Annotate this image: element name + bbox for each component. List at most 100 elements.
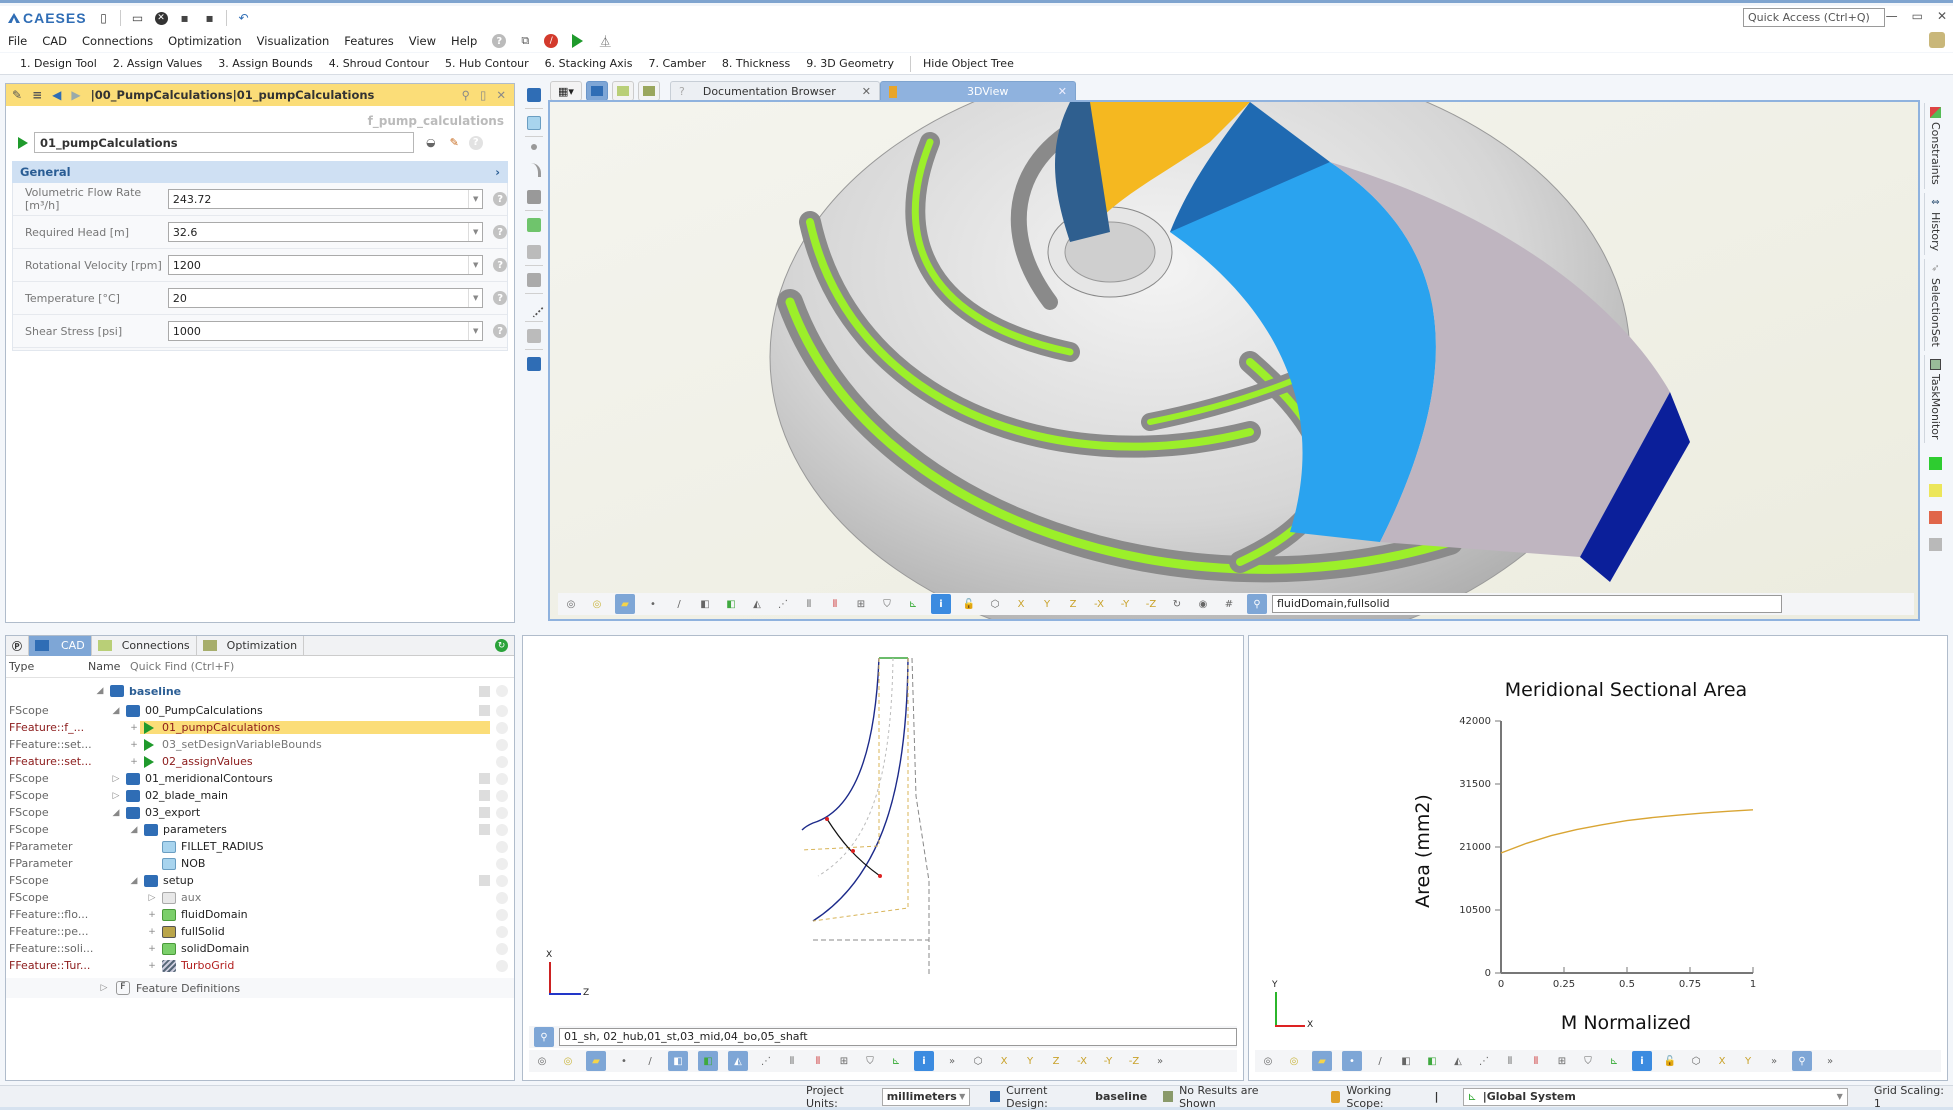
close-icon[interactable]: ✕ <box>496 88 506 102</box>
expand-icon[interactable]: ▷ <box>110 774 122 784</box>
help-icon[interactable] <box>496 925 508 938</box>
help-icon[interactable] <box>496 721 508 734</box>
undo-icon[interactable]: ↶ <box>236 10 252 26</box>
shaded-icon[interactable]: ◎ <box>1260 1053 1276 1069</box>
tree-root[interactable]: ◢ baseline <box>6 680 514 702</box>
control-point[interactable] <box>825 817 829 821</box>
collapse-icon[interactable]: ◢ <box>110 706 122 716</box>
shaded-icon[interactable]: ◎ <box>563 596 579 612</box>
close-project-icon[interactable]: ✕ <box>154 11 168 25</box>
more-icon[interactable]: » <box>944 1053 960 1069</box>
more-icon[interactable]: » <box>1766 1053 1782 1069</box>
help-icon[interactable] <box>496 755 508 768</box>
layout-icon[interactable]: ▯ <box>96 10 112 26</box>
collapse-icon[interactable]: ◢ <box>110 808 122 818</box>
surface-filter-icon[interactable]: ◧ <box>1398 1053 1414 1069</box>
visibility-icon[interactable]: ◒ <box>426 136 436 149</box>
sidebar-tab-constraints[interactable]: Constraints <box>1924 103 1946 189</box>
select-icon[interactable]: ▰ <box>586 1051 606 1071</box>
workflow-step-assign-bounds[interactable]: 3. Assign Bounds <box>218 57 312 70</box>
grid-icon[interactable]: ⊞ <box>836 1053 852 1069</box>
view-y-icon[interactable]: Y <box>1039 596 1055 612</box>
pointset-filter-icon[interactable]: ⋰ <box>758 1053 774 1069</box>
close-tab-icon[interactable]: ✕ <box>1058 85 1067 98</box>
pointset-filter-icon[interactable]: ⋰ <box>1476 1053 1492 1069</box>
view-neg-y-icon[interactable]: -Y <box>1117 596 1133 612</box>
chart-view[interactable]: Meridional Sectional Area M Normalized A… <box>1248 635 1948 1081</box>
collapse-icon[interactable]: ◢ <box>128 825 140 835</box>
expand-plus-icon[interactable]: + <box>146 927 158 937</box>
domain-icon[interactable] <box>527 218 541 232</box>
info-icon[interactable]: i <box>1632 1051 1652 1071</box>
tree-row[interactable]: FScope ◢ 00_PumpCalculations <box>6 702 514 719</box>
view-neg-y-icon[interactable]: -Y <box>1100 1053 1116 1069</box>
pin-icon[interactable]: ✎ <box>12 88 22 102</box>
edit-icon[interactable]: ✎ <box>450 136 459 149</box>
view-z-icon[interactable]: Z <box>1065 596 1081 612</box>
help-icon[interactable] <box>496 772 508 785</box>
tree-row[interactable]: FScope ▷ 01_meridionalContours <box>6 770 514 787</box>
menu-view[interactable]: View <box>409 34 436 48</box>
expand-icon[interactable]: ▷ <box>98 983 110 993</box>
dropdown-icon[interactable]: ▼ <box>468 223 482 241</box>
save-icon[interactable]: ▪ <box>177 10 193 26</box>
design-value[interactable]: baseline <box>1095 1090 1147 1103</box>
flow-rate-input[interactable]: 243.72 ▼ <box>167 189 484 209</box>
column-type[interactable]: Type <box>6 660 88 673</box>
expand-plus-icon[interactable]: + <box>146 910 158 920</box>
clip-remove-icon[interactable]: ⫴ <box>1528 1053 1544 1069</box>
view-x-icon[interactable]: X <box>1714 1053 1730 1069</box>
units-dropdown[interactable]: millimeters ▼ <box>881 1087 971 1106</box>
menu-icon[interactable]: ≡ <box>32 88 42 102</box>
tree-row[interactable]: FScope ◢ setup <box>6 872 514 889</box>
iso-view-icon[interactable]: ⬡ <box>970 1053 986 1069</box>
view-neg-z-icon[interactable]: -Z <box>1126 1053 1142 1069</box>
column-name[interactable]: Name <box>88 660 130 673</box>
expand-icon[interactable]: ▷ <box>146 893 158 903</box>
cad-view-button[interactable] <box>586 81 608 101</box>
menu-help[interactable]: Help <box>451 34 477 48</box>
workflow-step-hub-contour[interactable]: 5. Hub Contour <box>445 57 529 70</box>
wireframe-icon[interactable]: ◎ <box>560 1053 576 1069</box>
feature-definitions[interactable]: ▷ F Feature Definitions <box>6 978 514 998</box>
tab-3dview[interactable]: 3DView ✕ <box>880 81 1076 101</box>
axes-icon[interactable]: ⊾ <box>905 596 921 612</box>
solid-icon[interactable] <box>527 329 541 343</box>
temperature-input[interactable]: 20 ▼ <box>167 288 484 308</box>
view-x-icon[interactable]: X <box>996 1053 1012 1069</box>
shield-icon[interactable]: ⛉ <box>879 596 895 612</box>
selection-filter-input[interactable]: fluidDomain,fullsolid <box>1272 595 1782 613</box>
menu-connections[interactable]: Connections <box>82 34 153 48</box>
tree-row[interactable]: FFeature::set... +02_assignValues <box>6 753 514 770</box>
select-icon[interactable]: ▰ <box>1312 1051 1332 1071</box>
curve-filter-icon[interactable]: / <box>642 1053 658 1069</box>
tree-row[interactable]: FFeature::soli... + solidDomain <box>6 940 514 957</box>
search-icon[interactable]: ⚲ <box>462 88 470 102</box>
domain-filter-icon[interactable]: ◧ <box>1424 1053 1440 1069</box>
screenshot-icon[interactable]: ◉ <box>1195 596 1211 612</box>
3d-viewport[interactable]: ◎ ◎ ▰ • / ◧ ◧ ◭ ⋰ ⫴ ⫴ ⊞ ⛉ ⊾ i 🔓 ⬡ X Y Z … <box>548 100 1920 621</box>
tree-row[interactable]: FScope ◢ parameters <box>6 821 514 838</box>
search-icon[interactable]: ⚲ <box>1247 594 1267 614</box>
more-icon[interactable]: » <box>1152 1053 1168 1069</box>
optimization-view-button[interactable] <box>638 81 660 101</box>
feature-name-input[interactable]: 01_pumpCalculations <box>34 132 414 153</box>
clip-remove-icon[interactable]: ⫴ <box>810 1053 826 1069</box>
shield-icon[interactable]: ⛉ <box>862 1053 878 1069</box>
surface-icon[interactable] <box>527 190 541 204</box>
hide-object-tree-button[interactable]: Hide Object Tree <box>923 57 1014 70</box>
point-filter-icon[interactable]: • <box>616 1053 632 1069</box>
tree-row[interactable]: FScope ▷ aux <box>6 889 514 906</box>
flask-icon[interactable]: ⏅ <box>596 32 614 50</box>
help-icon[interactable] <box>496 823 508 836</box>
help-icon[interactable]: ? <box>493 225 507 239</box>
help-icon[interactable]: ? <box>492 34 507 48</box>
scope-icon[interactable] <box>527 88 541 102</box>
scope-icon[interactable] <box>527 357 541 371</box>
required-head-input[interactable]: 32.6 ▼ <box>167 222 484 242</box>
collapse-icon[interactable]: ◢ <box>94 686 106 696</box>
help-icon[interactable] <box>496 857 508 870</box>
connection-icon[interactable] <box>527 273 541 287</box>
tree-row[interactable]: FFeature::f_... +01_pumpCalculations <box>6 719 514 736</box>
working-scope-value[interactable]: | <box>1434 1090 1438 1103</box>
